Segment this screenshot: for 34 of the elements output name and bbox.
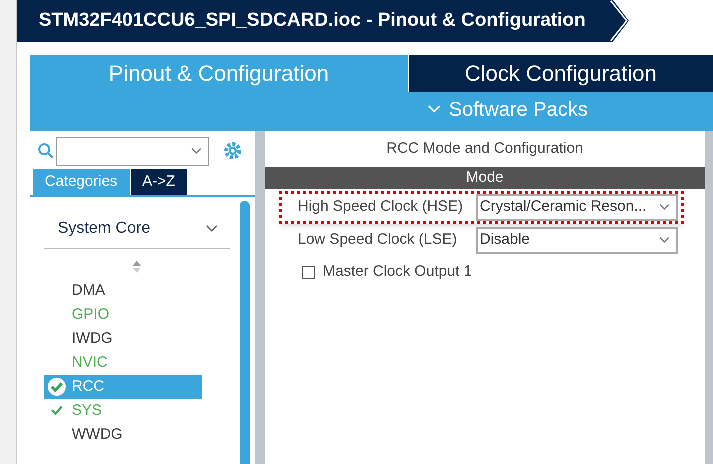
category-item[interactable]: DMA [44, 279, 202, 303]
select-field[interactable]: Disable [476, 227, 678, 254]
item-label: NVIC [72, 352, 108, 373]
scrollbar[interactable] [240, 201, 250, 464]
chevron-down-icon [659, 204, 670, 211]
field-label: High Speed Clock (HSE) [298, 197, 464, 218]
search-field[interactable] [56, 136, 209, 166]
category-header[interactable]: System Core [44, 209, 230, 249]
check-circle-icon [47, 377, 67, 397]
chevron-down-icon [191, 148, 202, 154]
main-tab[interactable]: Clock Configuration [408, 55, 713, 92]
view-tab[interactable]: A->Z [130, 169, 188, 195]
chevron-down-icon [659, 237, 670, 244]
item-label: WWDG [72, 424, 123, 445]
search-icon[interactable] [38, 143, 54, 159]
item-label: RCC [72, 376, 104, 397]
field-label: Low Speed Clock (LSE) [298, 230, 458, 250]
select-field[interactable]: Crystal/Ceramic Reson... [476, 194, 678, 221]
panel-title: RCC Mode and Configuration [386, 138, 584, 159]
category-item[interactable]: WWDG [44, 423, 202, 447]
item-label: SYS [72, 400, 102, 421]
software-packs-label: Software Packs [449, 98, 588, 122]
checkbox[interactable] [302, 266, 315, 279]
item-label: DMA [72, 280, 106, 301]
item-label: GPIO [72, 304, 110, 325]
category-item[interactable]: IWDG [44, 327, 202, 351]
category-label: System Core [58, 218, 150, 238]
sort-icon [132, 261, 142, 273]
chevron-down-icon [428, 105, 441, 114]
checkbox-label: Master Clock Output 1 [323, 262, 472, 282]
check-icon [50, 405, 64, 417]
section-header: Mode [265, 167, 705, 189]
settings-icon[interactable] [223, 141, 243, 161]
item-label: IWDG [72, 328, 113, 349]
